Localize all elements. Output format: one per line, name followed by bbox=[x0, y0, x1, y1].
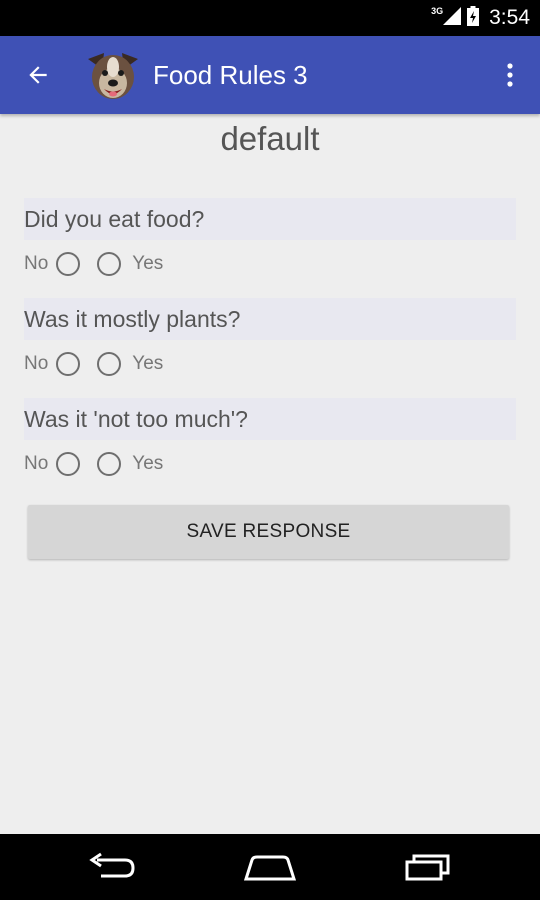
yes-radio[interactable] bbox=[97, 352, 122, 376]
answer-options: No Yes bbox=[24, 347, 516, 381]
status-bar: 3G 3:54 bbox=[0, 0, 540, 36]
recents-icon bbox=[405, 854, 450, 881]
signal-icon bbox=[443, 6, 462, 30]
question-label: Was it 'not too much'? bbox=[24, 398, 516, 440]
question-2: Was it mostly plants? No Yes bbox=[24, 298, 516, 381]
nav-back-button[interactable] bbox=[72, 847, 152, 887]
clock: 3:54 bbox=[489, 6, 530, 29]
answer-options: No Yes bbox=[24, 447, 516, 481]
no-radio[interactable] bbox=[56, 452, 81, 476]
back-arrow-icon bbox=[29, 66, 47, 84]
home-icon bbox=[243, 855, 297, 881]
app-bar: Food Rules 3 bbox=[0, 36, 540, 114]
question-1: Did you eat food? No Yes bbox=[24, 198, 516, 281]
page-title: default bbox=[220, 120, 320, 157]
question-label: Did you eat food? bbox=[24, 198, 516, 240]
main-content: default Did you eat food? No Yes Was it … bbox=[0, 114, 540, 834]
nav-bar bbox=[0, 834, 540, 900]
overflow-menu-button[interactable] bbox=[498, 55, 522, 95]
recents-button[interactable] bbox=[388, 847, 468, 887]
yes-label: Yes bbox=[132, 353, 164, 374]
no-label: No bbox=[24, 253, 49, 274]
app-title: Food Rules 3 bbox=[153, 60, 308, 90]
status-icons: 3G 3:54 bbox=[431, 0, 530, 36]
yes-label: Yes bbox=[132, 453, 164, 474]
dog-logo-icon bbox=[82, 45, 144, 107]
save-response-button[interactable]: SAVE RESPONSE bbox=[28, 505, 509, 559]
question-label: Was it mostly plants? bbox=[24, 298, 516, 340]
answer-options: No Yes bbox=[24, 247, 516, 281]
no-radio[interactable] bbox=[56, 252, 81, 276]
home-button[interactable] bbox=[230, 847, 310, 887]
battery-icon bbox=[467, 5, 480, 31]
no-radio[interactable] bbox=[56, 352, 81, 376]
overflow-menu-icon bbox=[507, 63, 513, 87]
question-3: Was it 'not too much'? No Yes bbox=[24, 398, 516, 481]
no-label: No bbox=[24, 353, 49, 374]
network-type: 3G bbox=[431, 6, 444, 16]
back-button[interactable] bbox=[18, 55, 58, 95]
yes-radio[interactable] bbox=[97, 252, 122, 276]
nav-back-icon bbox=[89, 852, 135, 878]
yes-radio[interactable] bbox=[97, 452, 122, 476]
no-label: No bbox=[24, 453, 49, 474]
yes-label: Yes bbox=[132, 253, 164, 274]
